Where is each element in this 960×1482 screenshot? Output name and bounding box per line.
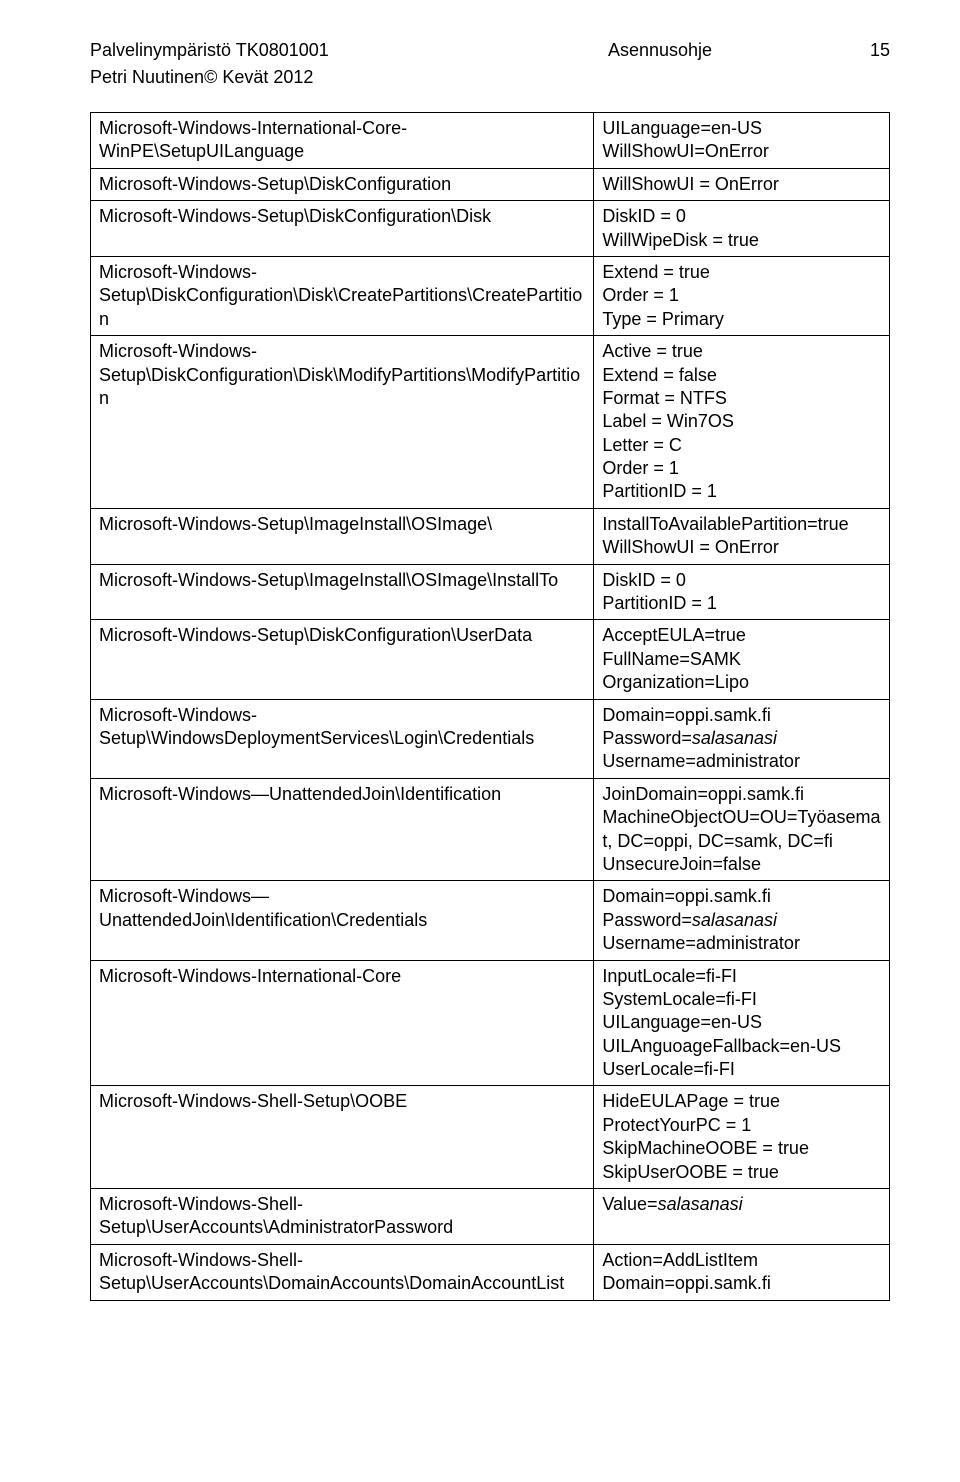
table-row: Microsoft-Windows-Setup\DiskConfiguratio… bbox=[91, 620, 890, 699]
config-value: Domain=oppi.samk.fiPassword=salasanasiUs… bbox=[594, 881, 890, 960]
config-value: Domain=oppi.samk.fiPassword=salasanasiUs… bbox=[594, 699, 890, 778]
config-value: JoinDomain=oppi.samk.fiMachineObjectOU=O… bbox=[594, 778, 890, 881]
header-left: Palvelinympäristö TK0801001 bbox=[90, 40, 470, 61]
header-page-number: 15 bbox=[850, 40, 890, 61]
table-row: Microsoft-Windows-Setup\DiskConfiguratio… bbox=[91, 256, 890, 335]
config-path: Microsoft-Windows-International-Core bbox=[91, 960, 594, 1086]
config-value: UILanguage=en-USWillShowUI=OnError bbox=[594, 113, 890, 169]
config-value: Value=salasanasi bbox=[594, 1189, 890, 1245]
table-row: Microsoft-Windows-Setup\DiskConfiguratio… bbox=[91, 168, 890, 200]
config-path: Microsoft-Windows-International-Core-Win… bbox=[91, 113, 594, 169]
table-row: Microsoft-Windows-Setup\WindowsDeploymen… bbox=[91, 699, 890, 778]
table-row: Microsoft-Windows-Setup\ImageInstall\OSI… bbox=[91, 508, 890, 564]
table-row: Microsoft-Windows-International-CoreInpu… bbox=[91, 960, 890, 1086]
config-value: AcceptEULA=trueFullName=SAMKOrganization… bbox=[594, 620, 890, 699]
config-path: Microsoft-Windows-Setup\ImageInstall\OSI… bbox=[91, 564, 594, 620]
table-row: Microsoft-Windows-International-Core-Win… bbox=[91, 113, 890, 169]
table-row: Microsoft-Windows-Shell-Setup\UserAccoun… bbox=[91, 1244, 890, 1300]
table-row: Microsoft-Windows-Setup\DiskConfiguratio… bbox=[91, 201, 890, 257]
config-path: Microsoft-Windows-Setup\ImageInstall\OSI… bbox=[91, 508, 594, 564]
config-value: DiskID = 0WillWipeDisk = true bbox=[594, 201, 890, 257]
config-path: Microsoft-Windows-Setup\WindowsDeploymen… bbox=[91, 699, 594, 778]
header-sub: Petri Nuutinen© Kevät 2012 bbox=[90, 67, 890, 88]
config-path: Microsoft-Windows—UnattendedJoin\Identif… bbox=[91, 881, 594, 960]
config-path: Microsoft-Windows-Setup\DiskConfiguratio… bbox=[91, 168, 594, 200]
table-row: Microsoft-Windows-Setup\DiskConfiguratio… bbox=[91, 336, 890, 509]
config-value: InputLocale=fi-FISystemLocale=fi-FIUILan… bbox=[594, 960, 890, 1086]
config-value: InstallToAvailablePartition=trueWillShow… bbox=[594, 508, 890, 564]
config-path: Microsoft-Windows-Setup\DiskConfiguratio… bbox=[91, 256, 594, 335]
config-path: Microsoft-Windows-Setup\DiskConfiguratio… bbox=[91, 201, 594, 257]
config-value: Extend = trueOrder = 1Type = Primary bbox=[594, 256, 890, 335]
config-table: Microsoft-Windows-International-Core-Win… bbox=[90, 112, 890, 1301]
config-path: Microsoft-Windows-Shell-Setup\UserAccoun… bbox=[91, 1244, 594, 1300]
config-value: DiskID = 0PartitionID = 1 bbox=[594, 564, 890, 620]
table-row: Microsoft-Windows-Shell-Setup\UserAccoun… bbox=[91, 1189, 890, 1245]
config-value: WillShowUI = OnError bbox=[594, 168, 890, 200]
page-header: Palvelinympäristö TK0801001 Asennusohje … bbox=[90, 40, 890, 61]
config-path: Microsoft-Windows-Shell-Setup\OOBE bbox=[91, 1086, 594, 1189]
table-row: Microsoft-Windows—UnattendedJoin\Identif… bbox=[91, 778, 890, 881]
table-row: Microsoft-Windows-Shell-Setup\OOBEHideEU… bbox=[91, 1086, 890, 1189]
config-value: Active = trueExtend = falseFormat = NTFS… bbox=[594, 336, 890, 509]
config-path: Microsoft-Windows—UnattendedJoin\Identif… bbox=[91, 778, 594, 881]
page: Palvelinympäristö TK0801001 Asennusohje … bbox=[0, 0, 960, 1361]
config-path: Microsoft-Windows-Setup\DiskConfiguratio… bbox=[91, 336, 594, 509]
config-path: Microsoft-Windows-Setup\DiskConfiguratio… bbox=[91, 620, 594, 699]
header-mid: Asennusohje bbox=[470, 40, 850, 61]
table-row: Microsoft-Windows—UnattendedJoin\Identif… bbox=[91, 881, 890, 960]
table-row: Microsoft-Windows-Setup\ImageInstall\OSI… bbox=[91, 564, 890, 620]
config-path: Microsoft-Windows-Shell-Setup\UserAccoun… bbox=[91, 1189, 594, 1245]
config-value: Action=AddListItemDomain=oppi.samk.fi bbox=[594, 1244, 890, 1300]
config-value: HideEULAPage = trueProtectYourPC = 1Skip… bbox=[594, 1086, 890, 1189]
